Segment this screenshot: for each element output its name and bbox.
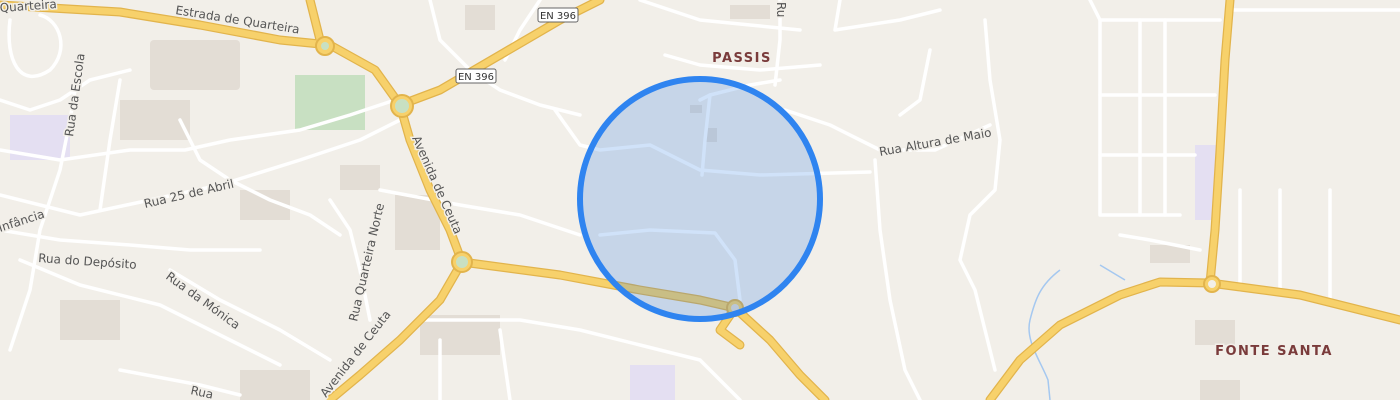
street-label: Ru: [774, 2, 788, 17]
road-shield-middle: EN 396: [455, 68, 497, 84]
road-shield-top: EN 396: [537, 7, 579, 23]
place-label-passis: PASSIS: [712, 51, 772, 66]
place-label-fonte-santa: FONTE SANTA: [1215, 344, 1333, 359]
map-layer: EN 396 EN 396 PASSIS FONTE SANTA Estrada…: [0, 0, 1400, 400]
location-accuracy-circle: [577, 76, 823, 322]
road-shield-text: EN 396: [540, 11, 576, 22]
map-canvas[interactable]: EN 396 EN 396 PASSIS FONTE SANTA Estrada…: [0, 0, 1400, 400]
road-shield-text: EN 396: [458, 72, 494, 83]
